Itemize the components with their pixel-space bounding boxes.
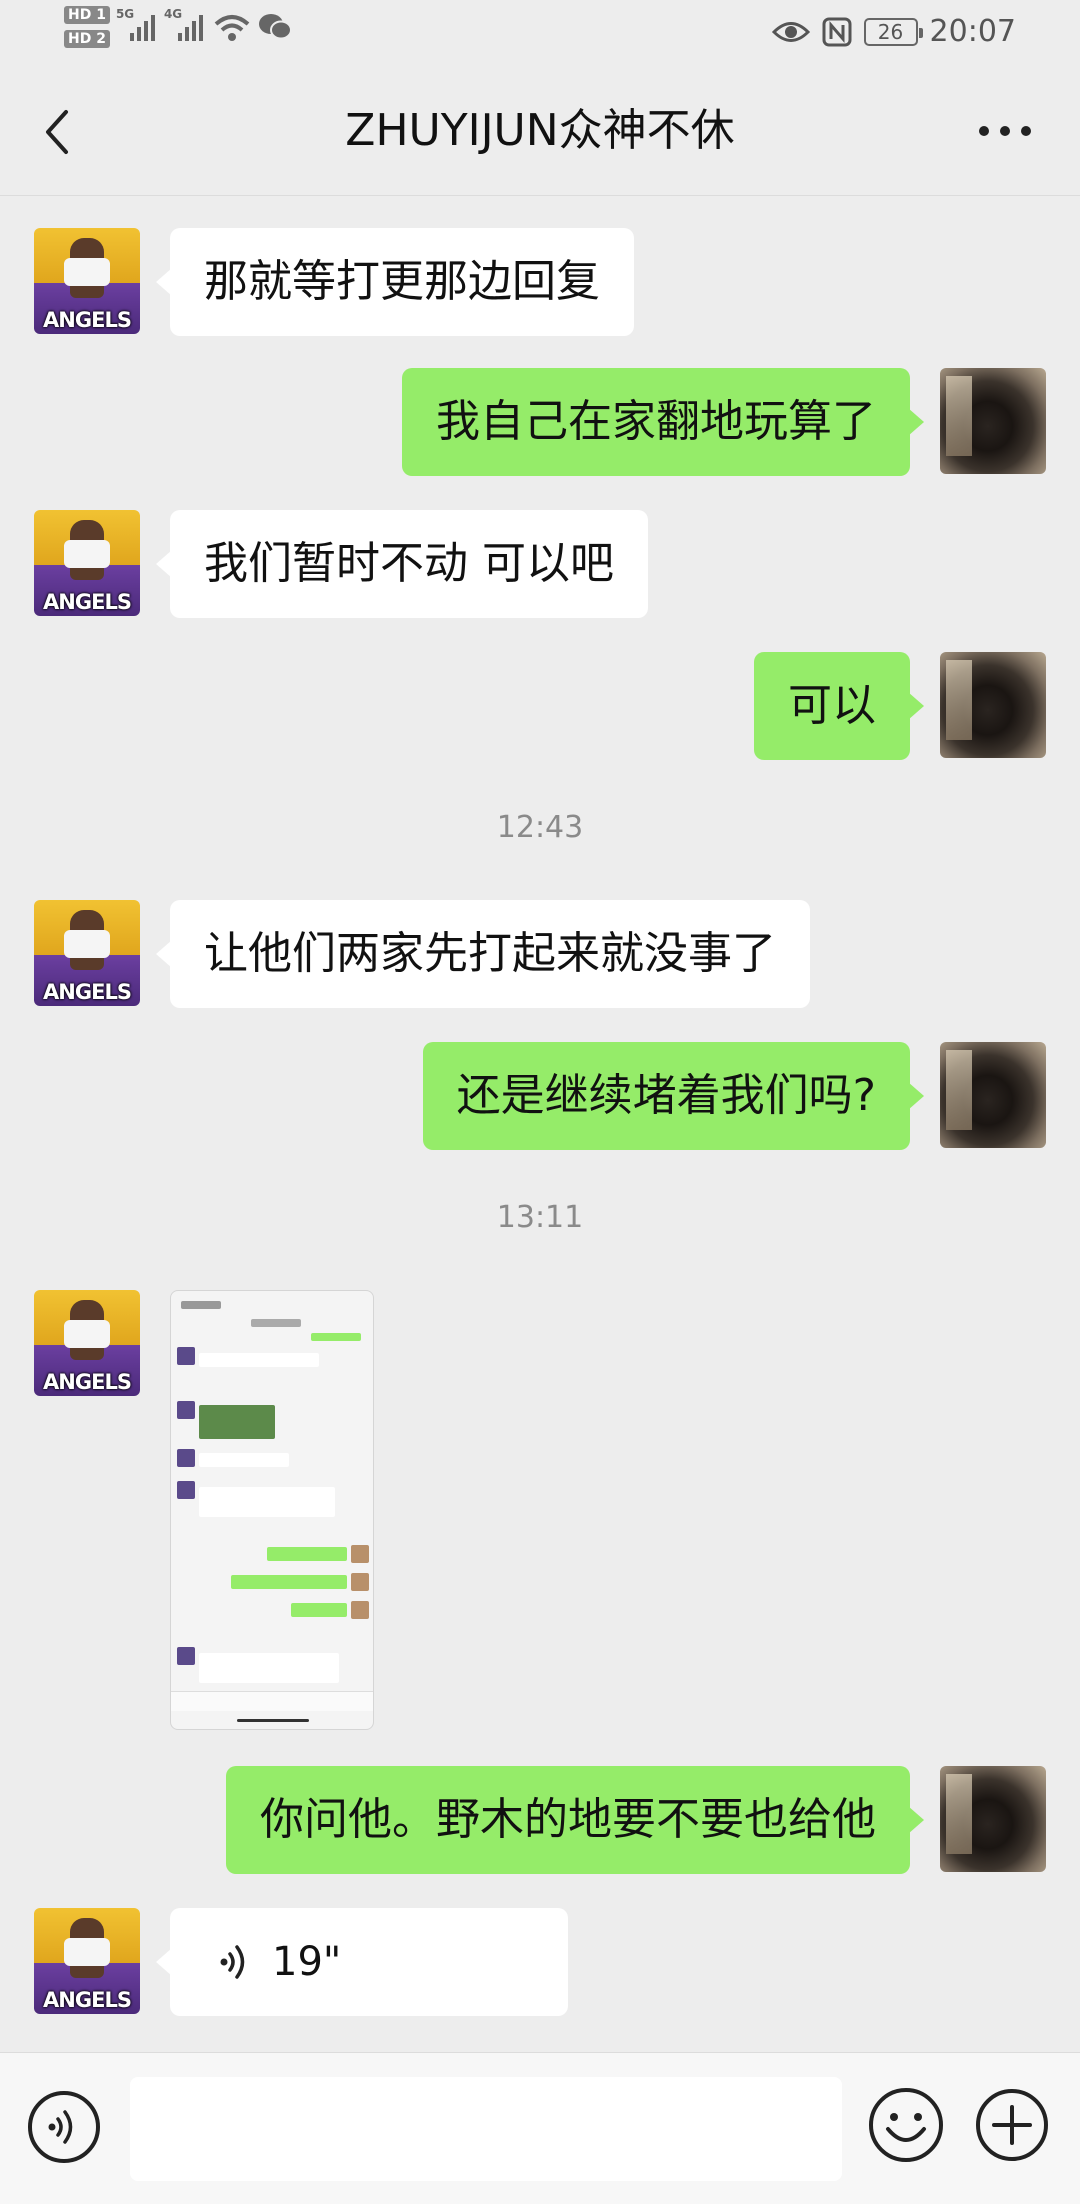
status-bar: HD 1 HD 2 5G 4G 26 20:07 [0, 0, 1080, 66]
avatar-logo-text: ANGELS [43, 1988, 132, 2012]
self-avatar[interactable] [940, 652, 1046, 758]
message-bubble-incoming[interactable]: 我们暂时不动 可以吧 [156, 510, 648, 618]
input-bar [0, 2052, 1080, 2204]
avatar-logo-text: ANGELS [43, 590, 132, 614]
back-arrow-icon[interactable] [30, 102, 90, 162]
more-options-icon[interactable] [970, 106, 1040, 156]
friend-avatar[interactable]: ANGELS [34, 900, 140, 1006]
status-right: 26 20:07 [771, 14, 1016, 49]
voice-input-toggle-icon[interactable] [26, 2089, 102, 2165]
voice-wave-icon [220, 1945, 245, 1979]
message-text-input[interactable] [130, 2077, 842, 2181]
hd2-badge: HD 2 [64, 30, 110, 48]
chat-header: ZHUYIJUN众神不休 [0, 66, 1080, 196]
friend-avatar[interactable]: ANGELS [34, 1908, 140, 2014]
battery-icon: 26 [863, 17, 923, 46]
timestamp: 13:11 [496, 1200, 584, 1235]
signal-4g-icon: 4G [164, 7, 206, 47]
self-avatar[interactable] [940, 1042, 1046, 1148]
voice-duration: 19" [272, 1939, 342, 1985]
self-avatar[interactable] [940, 368, 1046, 474]
friend-avatar[interactable]: ANGELS [34, 510, 140, 616]
message-bubble-outgoing[interactable]: 我自己在家翻地玩算了 [402, 368, 924, 476]
wifi-icon [214, 15, 250, 41]
self-avatar[interactable] [940, 1766, 1046, 1872]
message-bubble-incoming[interactable]: 让他们两家先打起来就没事了 [156, 900, 810, 1008]
message-bubble-outgoing[interactable]: 可以 [754, 652, 924, 760]
status-left: HD 1 HD 2 5G 4G [64, 6, 292, 48]
message-bubble-outgoing[interactable]: 还是继续堵着我们吗? [422, 1042, 925, 1150]
friend-avatar[interactable]: ANGELS [34, 228, 140, 334]
hd-indicators: HD 1 HD 2 [64, 6, 110, 48]
timestamp: 12:43 [496, 810, 584, 845]
voice-message-bubble[interactable]: 19" [156, 1908, 568, 2016]
emoji-icon[interactable] [866, 2085, 946, 2165]
friend-avatar[interactable]: ANGELS [34, 1290, 140, 1396]
wechat-notification-icon [258, 14, 292, 40]
hd1-badge: HD 1 [64, 6, 110, 24]
message-list[interactable]: ANGELS 那就等打更那边回复 我自己在家翻地玩算了 ANGELS 我们暂时不… [0, 196, 1080, 2052]
eye-comfort-icon [771, 21, 810, 42]
chat-title: ZHUYIJUN众神不休 [345, 105, 735, 156]
message-bubble-outgoing[interactable]: 你问他。野木的地要不要也给他 [226, 1766, 924, 1874]
avatar-logo-text: ANGELS [43, 980, 132, 1004]
avatar-logo-text: ANGELS [43, 1370, 132, 1394]
signal-5g-icon: 5G [116, 7, 158, 47]
avatar-logo-text: ANGELS [43, 308, 132, 332]
status-time: 20:07 [929, 14, 1016, 49]
nfc-icon [822, 17, 852, 46]
image-message-thumbnail[interactable] [170, 1290, 374, 1730]
message-bubble-incoming[interactable]: 那就等打更那边回复 [156, 228, 634, 336]
add-attachment-icon[interactable] [974, 2087, 1050, 2163]
